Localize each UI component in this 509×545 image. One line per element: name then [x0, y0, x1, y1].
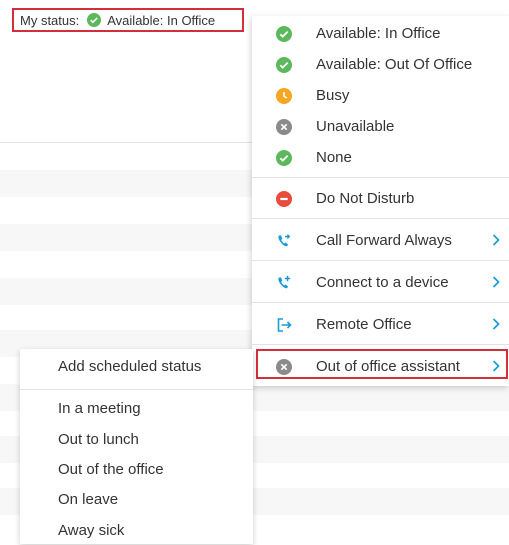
menu-item-busy[interactable]: Busy [252, 80, 509, 111]
status-label: My status: [20, 12, 80, 28]
menu-item-label: Remote Office [316, 316, 412, 333]
menu-item-do-not-disturb[interactable]: Do Not Disturb [252, 183, 509, 214]
menu-item-none[interactable]: None [252, 142, 509, 173]
menu-separator [252, 302, 509, 303]
my-status-selector[interactable]: My status: Available: In Office [12, 8, 244, 32]
menu-item-connect-to-a-device[interactable]: Connect to a device [252, 267, 509, 298]
menu-item-label: Busy [316, 87, 350, 104]
submenu-item-in-a-meeting[interactable]: In a meeting [20, 393, 253, 423]
menu-item-label: Unavailable [316, 118, 395, 135]
add-scheduled-status-item[interactable]: Add scheduled status [20, 351, 253, 381]
menu-item-label: None [316, 149, 352, 166]
x-circle-icon [276, 118, 292, 135]
menu-separator [252, 218, 509, 219]
menu-item-available-in-office[interactable]: Available: In Office [252, 18, 509, 49]
menu-separator [252, 177, 509, 178]
clock-icon [276, 87, 292, 104]
check-circle-icon [276, 25, 292, 42]
submenu-item-on-leave[interactable]: On leave [20, 484, 253, 514]
submenu-item-out-to-lunch[interactable]: Out to lunch [20, 424, 253, 454]
x-circle-icon [276, 358, 292, 375]
menu-item-label: Available: Out Of Office [316, 56, 473, 73]
menu-item-label: Out of office assistant [316, 358, 460, 375]
status-value: Available: In Office [107, 12, 216, 28]
check-circle-icon [276, 149, 292, 166]
chevron-right-icon [492, 318, 500, 330]
status-menu: Available: In Office Available: Out Of O… [252, 16, 509, 386]
submenu-item-away-sick[interactable]: Away sick [20, 515, 253, 545]
menu-item-label: Do Not Disturb [316, 190, 415, 207]
minus-circle-icon [276, 190, 292, 207]
chevron-right-icon [492, 234, 500, 246]
chevron-right-icon [492, 276, 500, 288]
phone-add-icon [276, 275, 292, 291]
menu-item-out-of-office-assistant[interactable]: Out of office assistant [252, 351, 509, 382]
check-circle-icon [87, 13, 102, 27]
menu-item-label: Available: In Office [316, 25, 441, 42]
menu-separator [252, 344, 509, 345]
out-of-office-submenu: Add scheduled status In a meeting Out to… [20, 349, 253, 544]
check-circle-icon [276, 56, 292, 73]
menu-item-label: Connect to a device [316, 274, 449, 291]
submenu-item-out-of-the-office[interactable]: Out of the office [20, 454, 253, 484]
phone-forward-icon [276, 233, 292, 249]
chevron-right-icon [492, 360, 500, 372]
menu-item-label: Call Forward Always [316, 232, 452, 249]
exit-icon [276, 317, 292, 333]
menu-item-remote-office[interactable]: Remote Office [252, 309, 509, 340]
menu-separator [252, 260, 509, 261]
menu-item-available-out-of-office[interactable]: Available: Out Of Office [252, 49, 509, 80]
menu-separator [20, 389, 253, 390]
menu-item-unavailable[interactable]: Unavailable [252, 111, 509, 142]
menu-item-call-forward-always[interactable]: Call Forward Always [252, 225, 509, 256]
